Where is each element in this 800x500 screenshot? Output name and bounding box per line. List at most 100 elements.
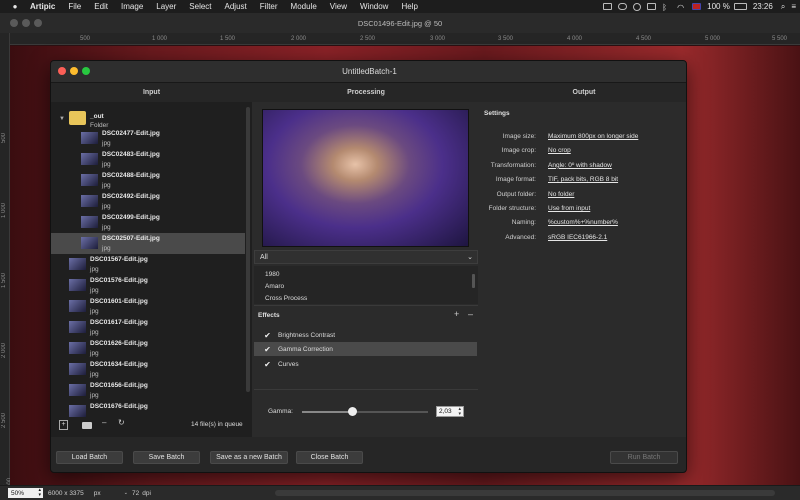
file-list-item[interactable]: DSC01576-Edit.jpg jpg: [51, 275, 245, 296]
window-close-button[interactable]: [58, 67, 66, 75]
doc-zoom-button[interactable]: [34, 19, 42, 27]
zoom-input[interactable]: 50% ▴ ▾: [8, 488, 43, 498]
load-batch-button[interactable]: Load Batch: [56, 451, 123, 464]
effect-row[interactable]: ✔ Curves: [254, 357, 477, 371]
ruler-top: 500 1 000 1 500 2 000 2 500 3 000 3 500 …: [10, 33, 800, 45]
output-setting-link[interactable]: %custom%+%number%: [548, 219, 618, 226]
file-list-item[interactable]: DSC01634-Edit.jpg jpg: [51, 359, 245, 380]
file-list-item[interactable]: DSC01676-Edit.jpg: [51, 401, 245, 422]
file-list-item[interactable]: DSC01567-Edit.jpg jpg: [51, 254, 245, 275]
add-file-icon[interactable]: +: [59, 420, 68, 430]
menu-layer[interactable]: Layer: [156, 2, 176, 11]
menu-adjust[interactable]: Adjust: [225, 2, 247, 11]
add-effect-icon[interactable]: +: [454, 309, 459, 319]
menu-help[interactable]: Help: [401, 2, 417, 11]
divider: [254, 389, 478, 390]
output-setting-link[interactable]: Use from input: [548, 205, 590, 212]
file-list-item[interactable]: DSC02488-Edit.jpg jpg: [51, 170, 245, 191]
search-icon[interactable]: ⌕: [781, 2, 785, 12]
doc-minimize-button[interactable]: [22, 19, 30, 27]
menu-file[interactable]: File: [68, 2, 81, 11]
clock-time[interactable]: 23:26: [753, 2, 773, 11]
checkmark-icon[interactable]: ✔: [264, 331, 271, 340]
preset-item[interactable]: 1980: [265, 271, 279, 278]
mail-icon[interactable]: [603, 3, 613, 10]
preset-item[interactable]: Cross Process: [265, 295, 307, 302]
output-setting-link[interactable]: No folder: [548, 191, 574, 198]
battery-percent: 100 %: [707, 2, 730, 11]
file-thumbnail: [69, 258, 86, 270]
menu-image[interactable]: Image: [121, 2, 143, 11]
save-as-new-batch-button[interactable]: Save as a new Batch: [210, 451, 288, 464]
checkmark-icon[interactable]: ✔: [264, 345, 271, 354]
doc-close-button[interactable]: [10, 19, 18, 27]
ruler-tick: 2 000: [291, 36, 307, 42]
gamma-slider-track[interactable]: [302, 411, 428, 413]
effect-row[interactable]: ✔ Gamma Correction: [254, 342, 477, 356]
output-setting-label: Image size:: [502, 133, 536, 140]
close-batch-button[interactable]: Close Batch: [296, 451, 363, 464]
file-list-item[interactable]: DSC01601-Edit.jpg jpg: [51, 296, 245, 317]
output-setting-link[interactable]: No crop: [548, 147, 571, 154]
zoom-value: 50%: [11, 489, 25, 497]
battery-icon[interactable]: [733, 3, 747, 10]
display-icon[interactable]: [647, 3, 657, 10]
stepper-icon[interactable]: ▴ ▾: [38, 488, 41, 498]
folder-name[interactable]: _out: [90, 113, 104, 120]
output-setting-link[interactable]: sRGB IEC61966-2.1: [548, 234, 607, 241]
dpi-value[interactable]: 72: [132, 490, 139, 497]
file-name: DSC01676-Edit.jpg: [90, 403, 148, 410]
output-setting-link[interactable]: Maximum 800px on longer side: [548, 133, 638, 140]
cloud-icon[interactable]: [618, 3, 628, 10]
add-folder-icon[interactable]: [82, 422, 92, 429]
horizontal-scrollbar[interactable]: [275, 490, 775, 496]
folder-expand-icon[interactable]: ▼: [59, 116, 65, 122]
file-thumbnail: [69, 342, 86, 354]
app-menu[interactable]: Artipic: [30, 2, 55, 11]
unit-select[interactable]: px: [94, 490, 124, 497]
run-batch-button[interactable]: Run Batch: [610, 451, 678, 464]
file-list-item[interactable]: DSC02477-Edit.jpg jpg: [51, 128, 245, 149]
menu-select[interactable]: Select: [189, 2, 211, 11]
window-minimize-button[interactable]: [70, 67, 78, 75]
file-list-item[interactable]: DSC01617-Edit.jpg jpg: [51, 317, 245, 338]
menu-list-icon[interactable]: ≡: [791, 2, 796, 11]
checkmark-icon[interactable]: ✔: [264, 360, 271, 369]
preset-scrollbar[interactable]: [472, 274, 475, 288]
file-list-item[interactable]: DSC01626-Edit.jpg jpg: [51, 338, 245, 359]
wifi-icon[interactable]: ◠: [677, 3, 686, 12]
flag-icon[interactable]: [692, 3, 702, 10]
apple-menu-icon[interactable]: ●: [10, 2, 20, 11]
menu-view[interactable]: View: [330, 2, 347, 11]
window-zoom-button[interactable]: [82, 67, 90, 75]
file-list-item[interactable]: DSC02492-Edit.jpg jpg: [51, 191, 245, 212]
file-list-item[interactable]: DSC02483-Edit.jpg jpg: [51, 149, 245, 170]
file-list-item[interactable]: DSC01656-Edit.jpg jpg: [51, 380, 245, 401]
file-list-item[interactable]: DSC02499-Edit.jpg jpg: [51, 212, 245, 233]
menu-edit[interactable]: Edit: [94, 2, 108, 11]
remove-icon[interactable]: –: [102, 418, 106, 427]
menu-module[interactable]: Module: [291, 2, 317, 11]
preset-filter-select[interactable]: All ⌄: [254, 250, 478, 264]
refresh-icon[interactable]: ↻: [118, 418, 125, 427]
file-name: DSC01656-Edit.jpg: [90, 382, 148, 389]
menubar: ● Artipic File Edit Image Layer Select A…: [0, 0, 800, 13]
file-list-item[interactable]: DSC02507-Edit.jpg jpg: [51, 233, 245, 254]
save-batch-button[interactable]: Save Batch: [133, 451, 200, 464]
gamma-slider-knob[interactable]: [347, 407, 357, 416]
effect-row[interactable]: ✔ Brightness Contrast: [254, 328, 477, 342]
menu-filter[interactable]: Filter: [260, 2, 278, 11]
preset-item[interactable]: Amaro: [265, 283, 284, 290]
input-scrollbar[interactable]: [246, 107, 250, 392]
file-thumbnail: [81, 174, 98, 186]
bluetooth-icon[interactable]: ᛒ: [662, 3, 671, 12]
menu-window[interactable]: Window: [360, 2, 388, 11]
clock-icon[interactable]: [633, 2, 642, 11]
batch-window-titlebar[interactable]: UntitledBatch-1: [51, 61, 686, 83]
output-setting-link[interactable]: TIF, pack bits, RGB 8 bit: [548, 176, 618, 183]
remove-effect-icon[interactable]: –: [468, 309, 473, 319]
stepper-icon[interactable]: ▴ ▾: [458, 407, 461, 417]
output-setting-link[interactable]: Angle: 0º with shadow: [548, 162, 612, 169]
chevron-down-icon[interactable]: ⌄: [124, 490, 128, 496]
gamma-value-input[interactable]: 2,03 ▴ ▾: [436, 406, 464, 417]
